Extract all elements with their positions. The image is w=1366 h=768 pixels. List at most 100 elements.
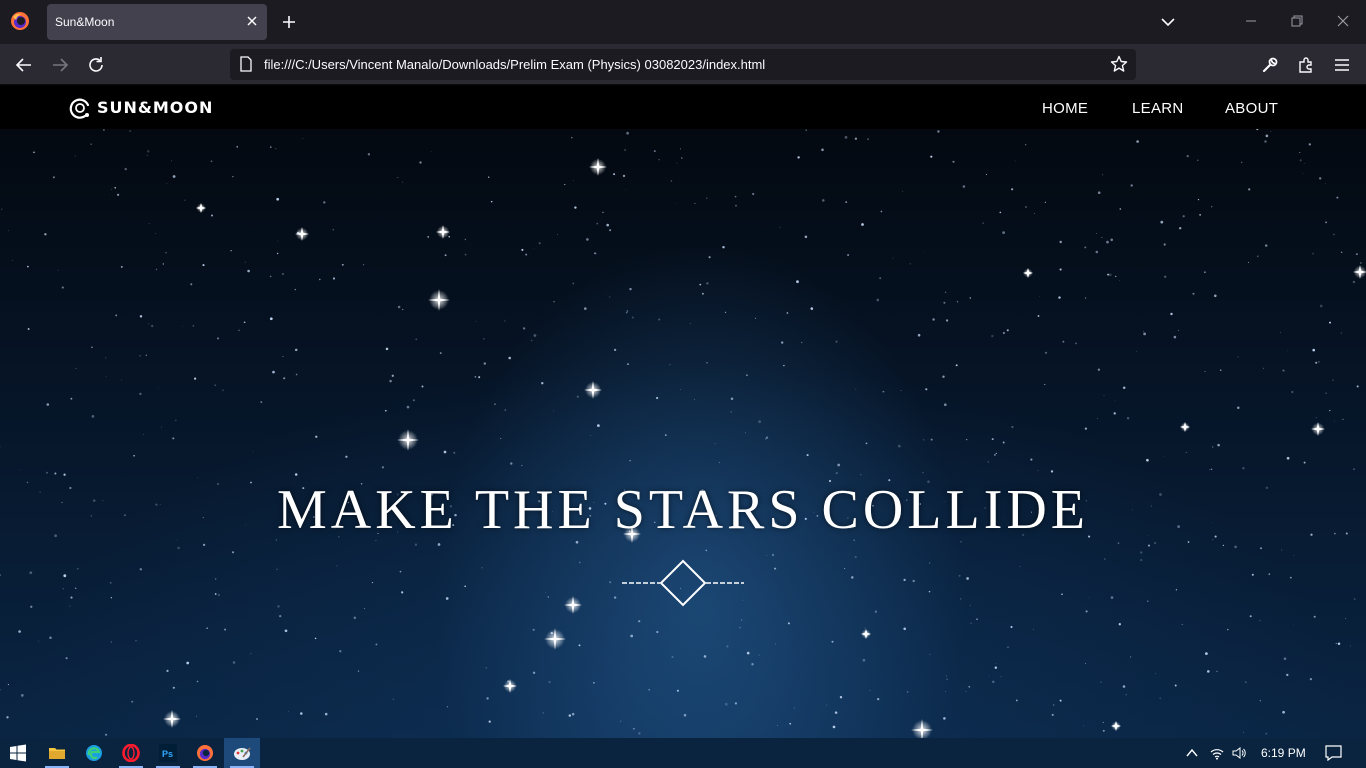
star-dot [1268,573,1271,575]
star-dot [937,130,940,133]
star-dot [867,138,870,141]
sparkle-star [503,679,517,693]
start-button[interactable] [0,738,36,768]
star-dot [1303,461,1306,464]
sparkle-star [196,203,206,213]
star-dot [574,206,577,209]
taskbar-edge[interactable] [76,738,112,768]
clock[interactable]: 6:19 PM [1261,746,1306,760]
bookmark-star-icon[interactable] [1110,55,1128,73]
close-icon[interactable] [245,14,259,28]
star-dot [397,305,401,309]
star-dot [157,387,159,389]
star-dot [1139,551,1143,554]
star-dot [629,460,631,462]
taskbar-firefox[interactable] [187,738,223,768]
star-dot [186,661,190,665]
star-dot [1282,710,1285,714]
star-dot [139,355,141,357]
star-dot [483,338,485,340]
star-dot [693,398,696,401]
star-dot [269,146,272,148]
restore-icon[interactable] [1290,14,1304,28]
back-arrow-icon[interactable] [15,56,33,74]
star-dot [166,182,168,184]
reload-icon[interactable] [87,56,105,74]
wrench-icon[interactable] [1261,56,1279,74]
taskbar-file-explorer[interactable] [39,738,75,768]
star-dot [75,367,77,369]
star-dot [745,432,747,434]
star-dot [133,454,135,457]
taskbar-opera[interactable] [113,738,149,768]
sun-moon-logo-icon[interactable] [68,96,92,120]
edge-icon [86,745,102,761]
star-dot [541,382,544,385]
star-dot [105,357,107,359]
star-dot [488,720,491,723]
star-dot [1209,469,1211,470]
star-dot [521,464,523,467]
star-dot [626,310,628,312]
window-close-icon[interactable] [1336,14,1350,28]
star-dot [1110,596,1114,599]
forward-arrow-icon[interactable] [51,56,69,74]
star-dot [415,338,418,341]
star-dot [969,297,971,299]
address-bar[interactable]: file:///C:/Users/Vincent Manalo/Download… [230,49,1136,80]
star-dot [966,577,969,580]
tab-sun-moon[interactable]: Sun&Moon [47,4,267,40]
site-brand[interactable]: SUN&MOON [97,98,213,117]
star-dot [532,671,536,674]
star-dot [105,376,107,378]
star-dot [752,192,755,196]
volume-icon[interactable] [1232,746,1246,760]
nav-link-about[interactable]: ABOUT [1225,100,1278,117]
chevron-up-icon[interactable] [1185,746,1199,760]
star-dot [63,473,66,476]
star-dot [955,364,958,367]
star-dot [909,263,911,265]
star-dot [184,199,186,202]
star-dot [708,256,711,259]
taskbar-photoshop[interactable]: Ps [150,738,186,768]
star-dot [969,604,971,606]
star-dot [572,282,575,285]
star-dot [633,728,635,730]
notification-icon[interactable] [1325,745,1342,761]
star-dot [671,655,674,659]
star-dot [1256,129,1259,131]
taskbar-paint[interactable] [224,738,260,768]
star-dot [946,319,949,322]
minimize-icon[interactable] [1244,14,1258,28]
star-dot [142,434,144,435]
star-dot [1319,177,1322,180]
star-dot [146,149,150,153]
star-dot [630,634,634,638]
star-dot [1204,271,1206,273]
extensions-puzzle-icon[interactable] [1297,56,1315,74]
nav-link-learn[interactable]: LEARN [1132,100,1184,117]
star-dot [288,711,290,712]
star-dot [8,230,9,232]
star-dot [1249,615,1252,618]
star-dot [129,130,131,132]
star-dot [655,396,659,400]
url-text[interactable]: file:///C:/Users/Vincent Manalo/Download… [264,57,765,72]
star-dot [1126,416,1130,420]
chevron-down-icon[interactable] [1160,14,1176,30]
star-dot [1106,240,1109,244]
star-dot [832,725,836,729]
wifi-icon[interactable] [1210,746,1224,760]
star-dot [6,716,9,719]
star-dot [222,389,224,392]
star-dot [252,451,254,453]
firefox-icon[interactable] [10,11,30,31]
star-dot [1259,620,1261,622]
hamburger-menu-icon[interactable] [1333,56,1351,74]
star-dot [485,667,488,669]
new-tab-icon[interactable] [281,14,297,30]
star-dot [1059,699,1062,702]
star-dot [1353,468,1355,470]
nav-link-home[interactable]: HOME [1042,100,1088,117]
